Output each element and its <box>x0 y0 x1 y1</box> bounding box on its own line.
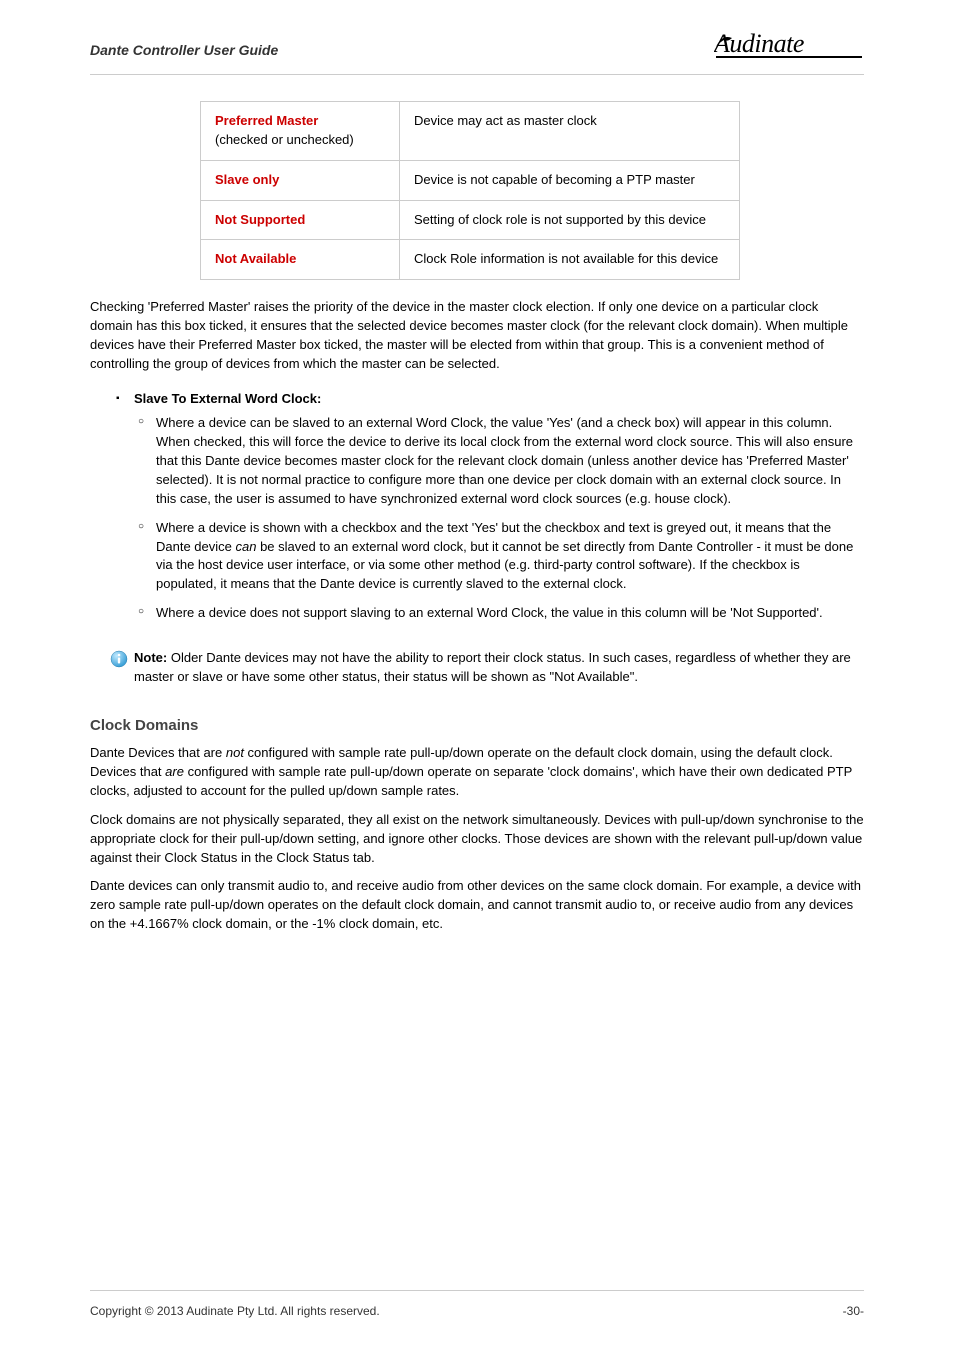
section-para-2: Clock domains are not physically separat… <box>90 811 864 868</box>
paragraph-preferred-master: Checking 'Preferred Master' raises the p… <box>90 298 864 373</box>
note-block: Note: Older Dante devices may not have t… <box>110 649 864 687</box>
row-key: Slave only <box>215 172 279 187</box>
row-value: Clock Role information is not available … <box>400 240 740 280</box>
table-row: Slave only Device is not capable of beco… <box>201 160 740 200</box>
row-value: Device may act as master clock <box>400 102 740 161</box>
clock-role-table: Preferred Master (checked or unchecked) … <box>200 101 740 280</box>
table-row: Not Available Clock Role information is … <box>201 240 740 280</box>
row-key: Not Available <box>215 251 296 266</box>
list-item: Where a device is shown with a checkbox … <box>156 519 864 594</box>
info-icon <box>110 650 128 687</box>
footer-page-number: -30- <box>843 1303 864 1320</box>
page-footer: Copyright © 2013 Audinate Pty Ltd. All r… <box>90 1290 864 1320</box>
note-text: Older Dante devices may not have the abi… <box>134 650 851 684</box>
header-title: Dante Controller User Guide <box>90 40 278 60</box>
bullet-list-slave: Slave To External Word Clock: Where a de… <box>90 390 864 633</box>
row-value: Setting of clock role is not supported b… <box>400 200 740 240</box>
circle-list: Where a device can be slaved to an exter… <box>134 414 864 622</box>
audinate-logo: Audinate <box>714 30 864 60</box>
page-header: Dante Controller User Guide Audinate <box>90 30 864 75</box>
text-post: be slaved to an external word clock, but… <box>156 539 853 592</box>
row-key: Preferred Master <box>215 113 318 128</box>
list-item: Slave To External Word Clock: Where a de… <box>134 390 864 623</box>
list-item: Where a device does not support slaving … <box>156 604 864 623</box>
svg-text:Audinate: Audinate <box>714 30 804 58</box>
bullet-heading: Slave To External Word Clock <box>134 391 317 406</box>
text-em: can <box>236 539 257 554</box>
list-item: Where a device can be slaved to an exter… <box>156 414 864 508</box>
table-row: Preferred Master (checked or unchecked) … <box>201 102 740 161</box>
section-heading-clock-domains: Clock Domains <box>90 715 864 737</box>
table-row: Not Supported Setting of clock role is n… <box>201 200 740 240</box>
section-para-3: Dante devices can only transmit audio to… <box>90 877 864 934</box>
note-label: Note: <box>134 650 167 665</box>
row-subkey: (checked or unchecked) <box>215 131 385 150</box>
audinate-logo-svg: Audinate <box>714 30 864 60</box>
section-para-1: Dante Devices that are not configured wi… <box>90 744 864 801</box>
row-value: Device is not capable of becoming a PTP … <box>400 160 740 200</box>
footer-copyright: Copyright © 2013 Audinate Pty Ltd. All r… <box>90 1303 380 1320</box>
row-key: Not Supported <box>215 212 305 227</box>
